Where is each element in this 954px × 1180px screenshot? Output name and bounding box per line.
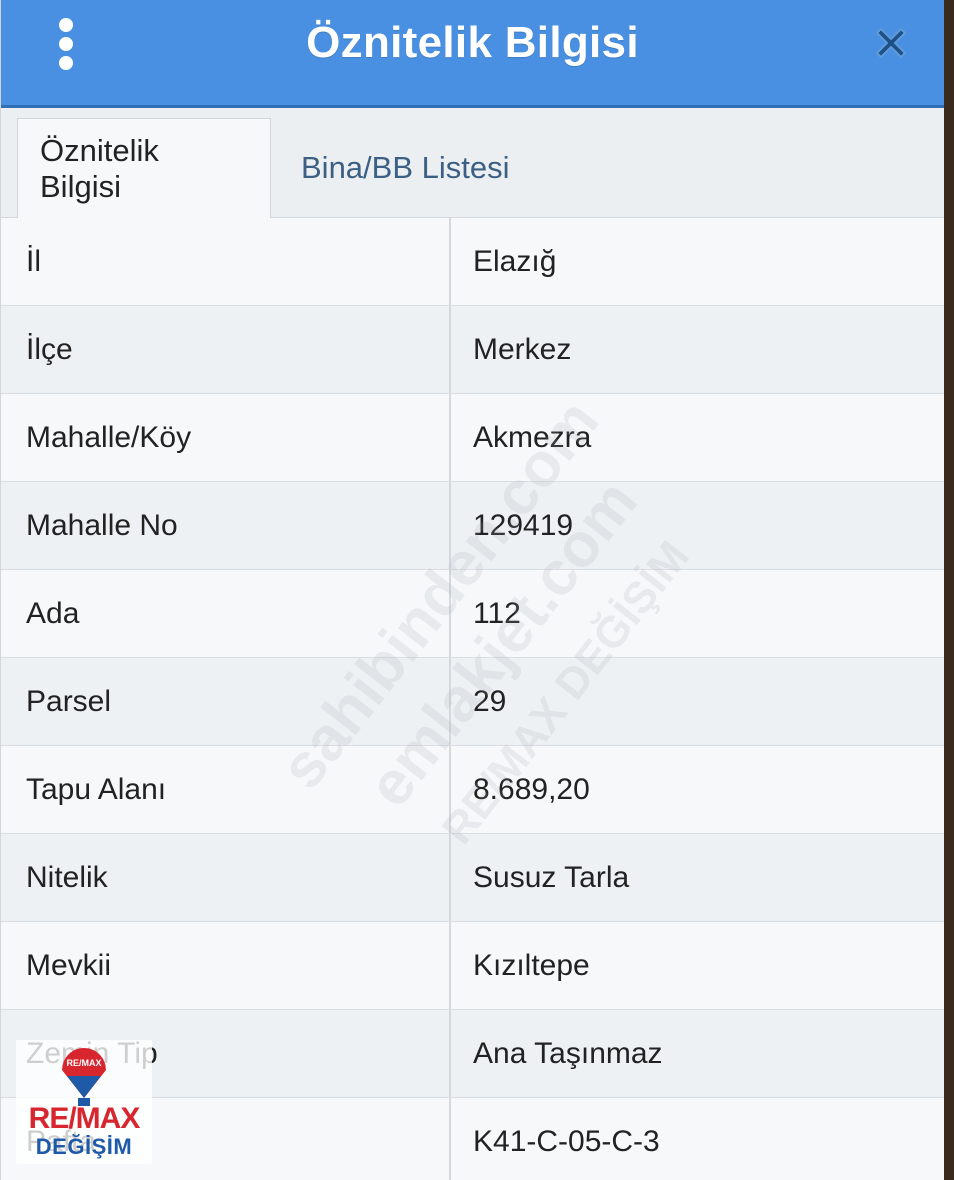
row-value: 29 [473,684,507,718]
attribute-info-panel: Öznitelik Bilgisi Öznitelik Bilgisi Bina… [0,0,944,1180]
table-row: Parsel 29 [1,658,944,746]
row-label: Tapu Alanı [1,746,451,833]
tab-attribute-info[interactable]: Öznitelik Bilgisi [17,118,271,219]
logo-brand: RE/MAX [28,1102,141,1135]
close-icon[interactable] [870,22,912,64]
row-value: Ana Taşınmaz [473,1036,663,1070]
row-value: 112 [473,596,521,630]
row-value: 8.689,20 [473,772,590,806]
row-label: Mahalle No [1,482,451,569]
table-row: Nitelik Susuz Tarla [1,834,944,922]
row-label: Nitelik [1,834,451,921]
table-row: Ada 112 [1,570,944,658]
page-title: Öznitelik Bilgisi [306,18,639,67]
table-row: Mahalle No 129419 [1,482,944,570]
row-label: Parsel [1,658,451,745]
row-value: 129419 [473,508,574,542]
table-row: İl Elazığ [1,218,944,306]
logo-subtitle: DEĞİŞİM [35,1134,133,1159]
table-row: Mahalle/Köy Akmezra [1,394,944,482]
balloon-label: RE/MAX [66,1058,102,1068]
row-value: Susuz Tarla [473,860,630,894]
remax-logo: RE/MAX RE/MAX DEĞİŞİM [16,1040,152,1164]
row-value: Akmezra [473,420,592,454]
table-row: Mevkii Kızıltepe [1,922,944,1010]
row-value: Merkez [473,332,572,366]
row-label: Mahalle/Köy [1,394,451,481]
balloon-icon [62,1048,106,1106]
attribute-table: İl Elazığ İlçe Merkez Mahalle/Köy Akmezr… [1,218,944,1180]
tab-building-list[interactable]: Bina/BB Listesi [279,118,532,218]
row-value: Elazığ [473,244,557,278]
row-label: İlçe [1,306,451,393]
row-label: Mevkii [1,922,451,1009]
table-row: Tapu Alanı 8.689,20 [1,746,944,834]
tab-bar: Öznitelik Bilgisi Bina/BB Listesi [1,108,944,219]
row-label: Ada [1,570,451,657]
table-row: İlçe Merkez [1,306,944,394]
row-value: Kızıltepe [473,948,590,982]
row-value: K41-C-05-C-3 [473,1124,660,1158]
header-bar: Öznitelik Bilgisi [1,0,944,108]
row-label: İl [1,218,451,305]
